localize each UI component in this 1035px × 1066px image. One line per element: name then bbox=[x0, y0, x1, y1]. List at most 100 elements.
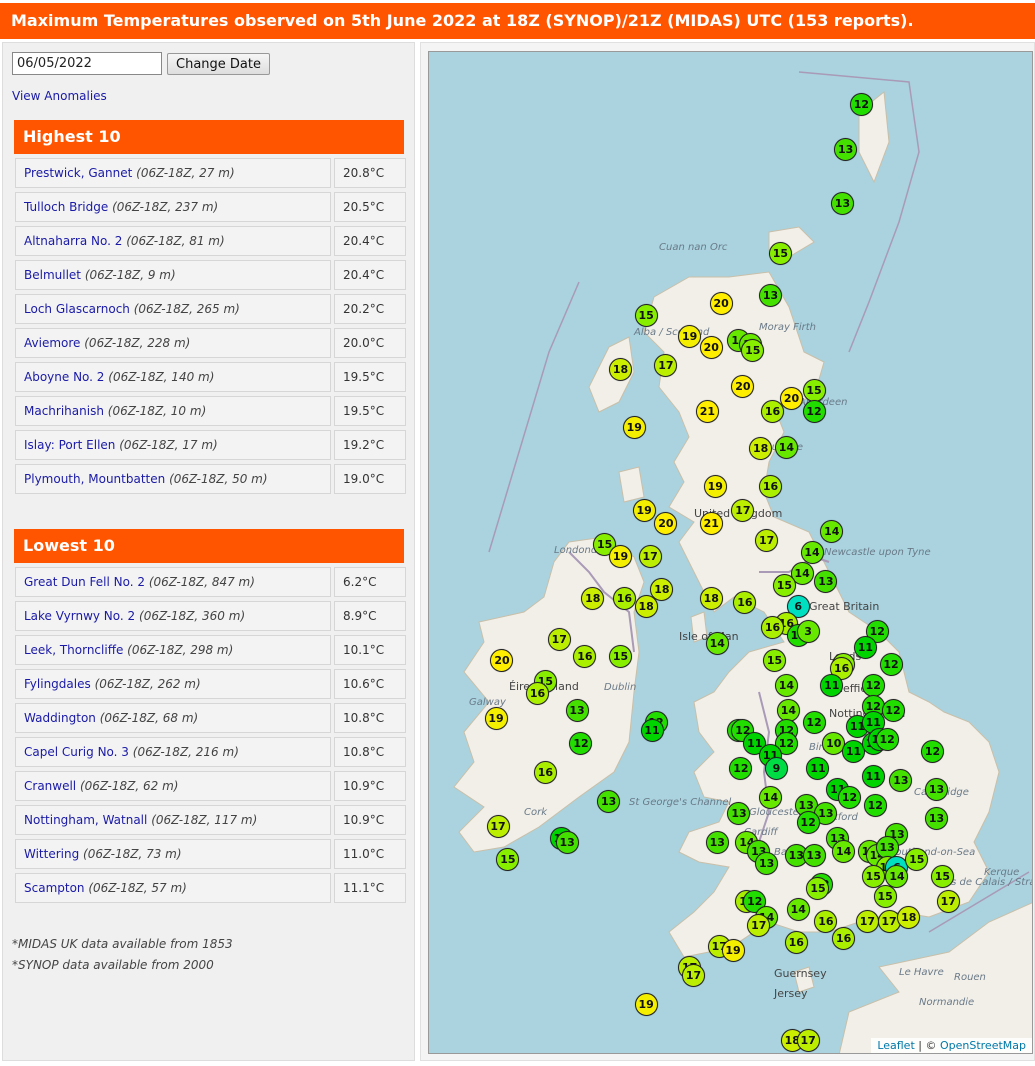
station-marker[interactable]: 15 bbox=[763, 648, 787, 672]
station-link[interactable]: Nottingham, Watnall bbox=[24, 813, 147, 827]
station-link[interactable]: Capel Curig No. 3 bbox=[24, 745, 129, 759]
station-marker[interactable]: 17 bbox=[796, 1029, 820, 1052]
station-marker[interactable]: 13 bbox=[924, 806, 948, 830]
station-link[interactable]: Belmullet bbox=[24, 268, 81, 282]
station-link[interactable]: Prestwick, Gannet bbox=[24, 166, 132, 180]
station-marker[interactable]: 16 bbox=[759, 474, 783, 498]
station-marker[interactable]: 12 bbox=[879, 653, 903, 676]
station-marker[interactable]: 15 bbox=[634, 304, 658, 328]
station-marker[interactable]: 16 bbox=[784, 931, 808, 955]
station-marker[interactable]: 11 bbox=[820, 673, 844, 697]
station-marker[interactable]: 17 bbox=[855, 910, 879, 934]
station-marker[interactable]: 16 bbox=[761, 399, 785, 423]
station-marker[interactable]: 19 bbox=[484, 706, 508, 730]
station-link[interactable]: Machrihanish bbox=[24, 404, 104, 418]
station-link[interactable]: Loch Glascarnoch bbox=[24, 302, 130, 316]
station-marker[interactable]: 14 bbox=[776, 698, 800, 722]
date-input[interactable] bbox=[12, 52, 162, 75]
station-link[interactable]: Fylingdales bbox=[24, 677, 91, 691]
station-marker[interactable]: 12 bbox=[863, 794, 887, 818]
station-cell: Great Dun Fell No. 2 (06Z-18Z, 847 m) bbox=[15, 567, 331, 597]
station-marker[interactable]: 14 bbox=[786, 897, 810, 921]
station-marker[interactable]: 15 bbox=[873, 885, 897, 909]
leaflet-link[interactable]: Leaflet bbox=[877, 1039, 914, 1052]
station-marker[interactable]: 12 bbox=[838, 785, 862, 809]
station-marker[interactable]: 15 bbox=[608, 644, 632, 668]
station-link[interactable]: Tulloch Bridge bbox=[24, 200, 108, 214]
station-marker[interactable]: 15 bbox=[861, 864, 885, 888]
station-marker[interactable]: 16 bbox=[733, 590, 757, 614]
change-date-button[interactable]: Change Date bbox=[167, 53, 270, 75]
station-marker[interactable]: 14 bbox=[800, 540, 824, 564]
station-marker[interactable]: 18 bbox=[699, 586, 723, 610]
station-marker[interactable]: 21 bbox=[695, 399, 719, 423]
station-cell: Nottingham, Watnall (06Z-18Z, 117 m) bbox=[15, 805, 331, 835]
station-marker[interactable]: 13 bbox=[802, 843, 826, 867]
station-marker[interactable]: 20 bbox=[709, 291, 733, 315]
station-marker[interactable]: 17 bbox=[638, 545, 662, 569]
station-marker[interactable]: 20 bbox=[699, 335, 723, 359]
station-marker[interactable]: 18 bbox=[634, 594, 658, 618]
station-link[interactable]: Plymouth, Mountbatten bbox=[24, 472, 165, 486]
station-link[interactable]: Altnaharra No. 2 bbox=[24, 234, 122, 248]
station-marker[interactable]: 15 bbox=[772, 574, 796, 598]
station-link[interactable]: Scampton bbox=[24, 881, 85, 895]
station-marker[interactable]: 14 bbox=[885, 864, 909, 888]
station-marker[interactable]: 13 bbox=[875, 835, 899, 859]
station-marker[interactable]: 14 bbox=[705, 632, 729, 656]
station-marker[interactable]: 12 bbox=[881, 698, 905, 722]
station-marker[interactable]: 19 bbox=[703, 474, 727, 498]
station-link[interactable]: Islay: Port Ellen bbox=[24, 438, 115, 452]
station-marker[interactable]: 12 bbox=[802, 399, 826, 423]
station-link[interactable]: Cranwell bbox=[24, 779, 76, 793]
station-marker[interactable]: 21 bbox=[699, 511, 723, 535]
station-marker[interactable]: 13 bbox=[924, 777, 948, 801]
station-marker[interactable]: 16 bbox=[533, 760, 557, 784]
station-link[interactable]: Wittering bbox=[24, 847, 79, 861]
station-link[interactable]: Lake Vyrnwy No. 2 bbox=[24, 609, 135, 623]
station-marker[interactable]: 14 bbox=[774, 435, 798, 459]
station-marker[interactable]: 14 bbox=[774, 673, 798, 697]
station-marker[interactable]: 13 bbox=[597, 789, 621, 813]
station-marker[interactable]: 16 bbox=[573, 644, 597, 668]
station-marker[interactable]: 11 bbox=[861, 765, 885, 789]
station-marker[interactable]: 9 bbox=[765, 756, 788, 780]
station-marker[interactable]: 16 bbox=[761, 615, 785, 639]
station-marker[interactable]: 12 bbox=[875, 727, 899, 751]
station-marker[interactable]: 16 bbox=[612, 586, 636, 610]
station-marker[interactable]: 19 bbox=[608, 545, 632, 569]
view-anomalies-link[interactable]: View Anomalies bbox=[12, 89, 107, 103]
station-marker[interactable]: 19 bbox=[721, 939, 745, 963]
station-marker[interactable]: 18 bbox=[581, 586, 605, 610]
station-marker[interactable]: 14 bbox=[759, 785, 783, 809]
station-marker[interactable]: 17 bbox=[486, 814, 510, 838]
station-marker[interactable]: 15 bbox=[930, 864, 954, 888]
station-marker[interactable]: 12 bbox=[921, 740, 945, 764]
station-marker[interactable]: 13 bbox=[759, 283, 783, 307]
station-marker[interactable]: 19 bbox=[632, 499, 656, 523]
station-marker[interactable]: 17 bbox=[755, 528, 779, 552]
station-link[interactable]: Waddington bbox=[24, 711, 96, 725]
station-link[interactable]: Aboyne No. 2 bbox=[24, 370, 104, 384]
station-link[interactable]: Great Dun Fell No. 2 bbox=[24, 575, 145, 589]
station-link[interactable]: Aviemore bbox=[24, 336, 80, 350]
temperature-map[interactable]: United KingdomGreat BritainÉire / Irelan… bbox=[428, 51, 1033, 1054]
station-marker[interactable]: 16 bbox=[526, 682, 550, 706]
station-marker[interactable]: 3 bbox=[796, 619, 820, 643]
station-marker[interactable]: 15 bbox=[768, 242, 792, 266]
station-marker[interactable]: 13 bbox=[555, 831, 579, 855]
station-marker[interactable]: 13 bbox=[565, 698, 589, 722]
station-marker[interactable]: 12 bbox=[861, 673, 885, 697]
station-marker[interactable]: 17 bbox=[547, 628, 571, 652]
station-marker[interactable]: 16 bbox=[832, 926, 856, 950]
station-marker[interactable]: 12 bbox=[849, 92, 873, 116]
station-marker[interactable]: 12 bbox=[802, 711, 826, 735]
station-marker[interactable]: 12 bbox=[796, 810, 820, 834]
station-marker[interactable]: 17 bbox=[936, 889, 960, 913]
station-marker[interactable]: 15 bbox=[802, 379, 826, 403]
station-marker[interactable]: 19 bbox=[634, 993, 658, 1017]
osm-link[interactable]: OpenStreetMap bbox=[940, 1039, 1026, 1052]
station-marker[interactable]: 11 bbox=[640, 719, 664, 743]
station-link[interactable]: Leek, Thorncliffe bbox=[24, 643, 123, 657]
station-marker[interactable]: 14 bbox=[832, 839, 856, 863]
